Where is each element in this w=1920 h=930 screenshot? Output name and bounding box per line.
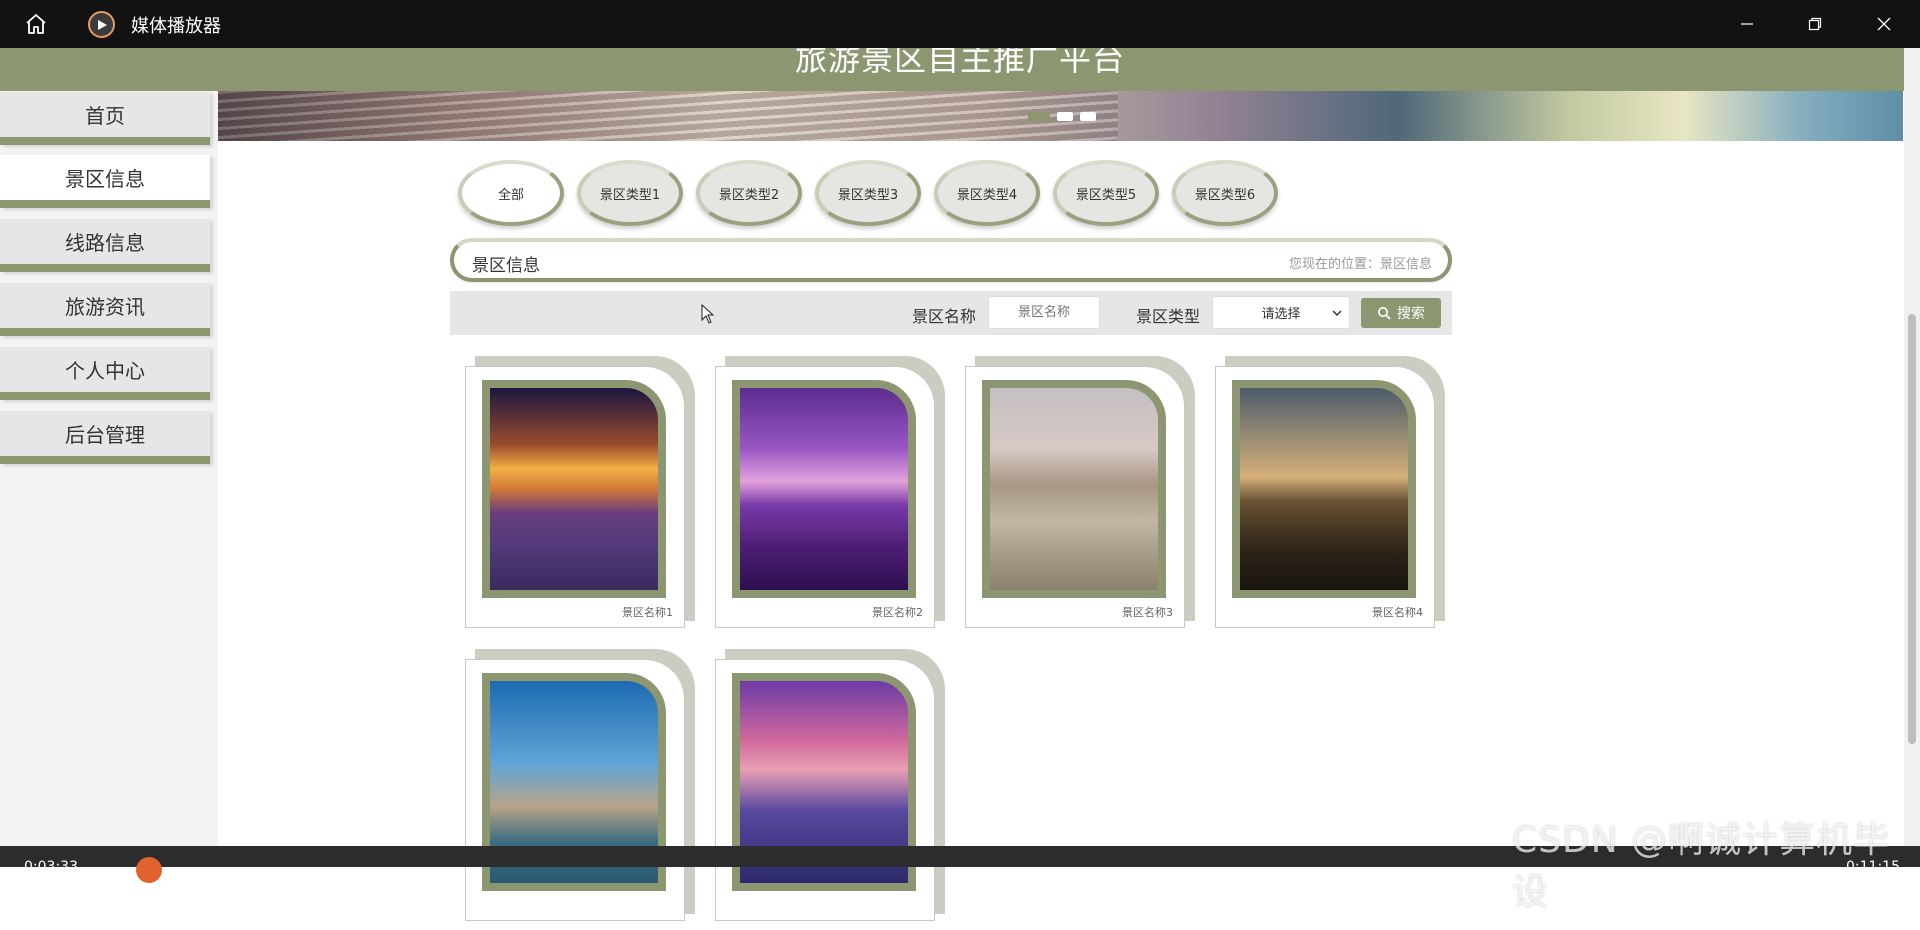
- scenic-name: 景区名称1: [622, 606, 673, 619]
- search-button-label: 搜索: [1397, 306, 1425, 322]
- scenic-name-label: 景区名称: [912, 307, 977, 326]
- scenic-type-label: 景区类型: [1136, 307, 1201, 326]
- filter-all[interactable]: 全部: [458, 160, 564, 226]
- filter-type-5[interactable]: 景区类型5: [1053, 160, 1159, 226]
- sidebar-item-label: 首页: [85, 104, 125, 128]
- carousel-dot-1[interactable]: [1028, 112, 1050, 121]
- banner-image: [218, 91, 1118, 141]
- sidebar-item-admin[interactable]: 后台管理: [0, 411, 210, 464]
- section-header: 景区信息 您现在的位置：景区信息: [450, 238, 1452, 282]
- filter-type-6[interactable]: 景区类型6: [1172, 160, 1278, 226]
- chevron-down-icon: [1332, 310, 1342, 317]
- home-icon[interactable]: [20, 10, 52, 38]
- restore-icon[interactable]: [1795, 10, 1835, 38]
- carousel-dot-2[interactable]: [1057, 112, 1073, 121]
- scenic-card[interactable]: 景区名称4: [1215, 356, 1445, 637]
- sidebar-item-route-info[interactable]: 线路信息: [0, 219, 210, 272]
- search-icon: [1378, 307, 1391, 320]
- scenic-name-input[interactable]: [988, 296, 1100, 329]
- search-bar: 景区名称 景区类型 请选择 搜索: [450, 291, 1452, 335]
- scenic-name: 景区名称3: [1122, 606, 1173, 619]
- scenic-photo: [982, 380, 1166, 598]
- section-title: 景区信息: [472, 256, 540, 276]
- minimize-icon[interactable]: [1727, 10, 1767, 38]
- sidebar-item-home[interactable]: 首页: [0, 92, 210, 145]
- scenic-type-select[interactable]: 请选择: [1212, 296, 1350, 329]
- sidebar-item-label: 景区信息: [65, 167, 145, 191]
- media-player-titlebar: 媒体播放器: [0, 0, 1920, 48]
- mouse-cursor-icon: [701, 304, 715, 324]
- scenic-card[interactable]: [715, 649, 945, 930]
- elapsed-time: 0:03:33: [24, 859, 78, 875]
- scenic-card[interactable]: 景区名称3: [965, 356, 1195, 637]
- filter-type-2[interactable]: 景区类型2: [696, 160, 802, 226]
- filter-type-4[interactable]: 景区类型4: [934, 160, 1040, 226]
- media-player-logo-icon: [88, 11, 115, 38]
- sidebar-item-label: 线路信息: [65, 231, 145, 255]
- page-scrollbar-thumb[interactable]: [1908, 314, 1916, 744]
- sidebar-item-label: 后台管理: [65, 423, 145, 447]
- scenic-card[interactable]: 景区名称1: [465, 356, 695, 637]
- sidebar-item-personal-center[interactable]: 个人中心: [0, 347, 210, 400]
- scenic-name: 景区名称2: [872, 606, 923, 619]
- scenic-photo: [482, 380, 666, 598]
- sidebar-item-label: 旅游资讯: [65, 295, 145, 319]
- filter-type-1[interactable]: 景区类型1: [577, 160, 683, 226]
- breadcrumb: 您现在的位置：景区信息: [1288, 257, 1432, 272]
- scenic-type-selected: 请选择: [1261, 307, 1301, 322]
- sidebar-item-scenic-info[interactable]: 景区信息: [0, 155, 210, 208]
- sidebar-item-label: 个人中心: [65, 359, 145, 383]
- scenic-photo: [732, 380, 916, 598]
- app-title: 媒体播放器: [131, 16, 221, 37]
- seek-handle[interactable]: [136, 857, 162, 883]
- close-icon[interactable]: [1864, 10, 1904, 38]
- scenic-name: 景区名称4: [1372, 606, 1423, 619]
- scenic-card[interactable]: [465, 649, 695, 930]
- category-filters: 全部 景区类型1 景区类型2 景区类型3 景区类型4 景区类型5 景区类型6: [458, 160, 1278, 230]
- carousel-indicators: [1028, 112, 1096, 121]
- filter-type-3[interactable]: 景区类型3: [815, 160, 921, 226]
- sidebar-item-travel-news[interactable]: 旅游资讯: [0, 283, 210, 336]
- carousel-dot-3[interactable]: [1080, 112, 1096, 121]
- search-button[interactable]: 搜索: [1361, 298, 1441, 328]
- scenic-card[interactable]: 景区名称2: [715, 356, 945, 637]
- scenic-photo: [1232, 380, 1416, 598]
- watermark: CSDN @啊诚计算机毕设: [1512, 820, 1891, 913]
- sidebar: 首页 景区信息 线路信息 旅游资讯 个人中心 后台管理: [0, 91, 218, 867]
